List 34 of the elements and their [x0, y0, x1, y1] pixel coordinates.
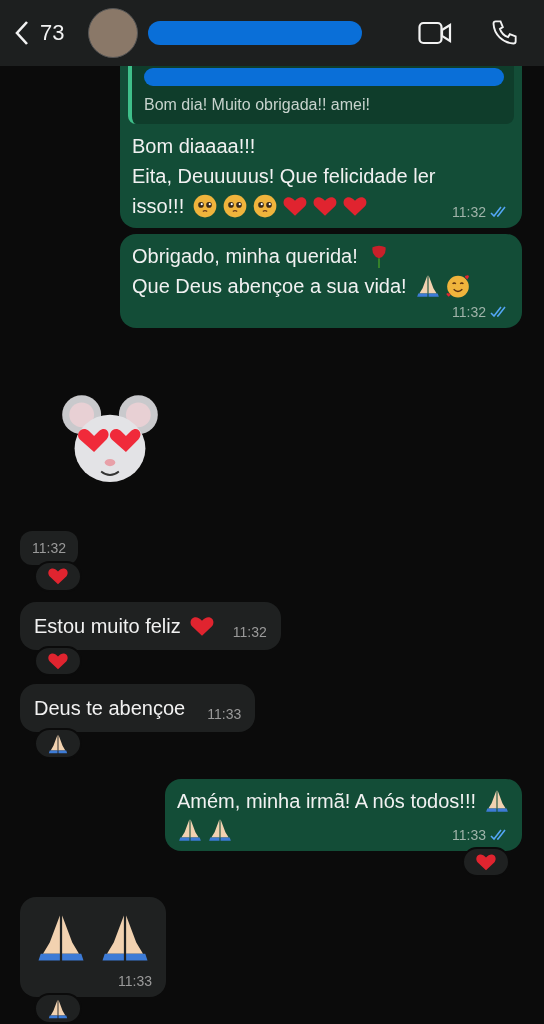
message-text: Eita, Deuuuuus! Que felicidade ler: [132, 164, 436, 189]
message-text: Estou muito feliz: [34, 613, 181, 639]
incoming-message-bubble[interactable]: Deus te abençoe 11:33: [20, 684, 256, 733]
message-time: 11:32: [232, 623, 267, 640]
message-text: Bom diaaaa!!!: [132, 134, 256, 159]
message-time: 11:32: [452, 204, 486, 220]
message-text: Obrigado, minha querida!: [132, 244, 358, 269]
smiling-face-with-hearts-icon: [444, 273, 471, 299]
quoted-text: Bom dia! Muito obrigada!! amei!: [144, 96, 371, 114]
incoming-message-bubble[interactable]: 11:33: [20, 897, 166, 998]
message-time: 11:32: [452, 304, 486, 320]
message-time: 11:33: [207, 706, 242, 723]
outgoing-message-bubble[interactable]: Amém, minha irmã! A nós todos!!! 11:33: [165, 778, 522, 851]
message-time: 11:32: [32, 540, 66, 557]
video-call-icon[interactable]: [418, 21, 452, 45]
avatar[interactable]: [88, 8, 139, 58]
message-time: 11:33: [452, 826, 486, 843]
incoming-message-bubble[interactable]: Estou muito feliz 11:32: [20, 601, 281, 650]
pleading-face-icon: [192, 193, 219, 219]
message-text: Amém, minha irmã! A nós todos!!!: [177, 788, 476, 814]
unread-count[interactable]: 73: [40, 20, 65, 46]
outgoing-message-bubble[interactable]: Obrigado, minha querida! Que Deus abençoe a sua vida! 11:32: [120, 234, 522, 328]
message-text: Deus te abençoe: [34, 696, 186, 722]
back-icon[interactable]: [14, 20, 30, 46]
outgoing-message-bubble[interactable]: Bom dia! Muito obrigada!! amei! Bom diaaaa!!! Eita, Deuuuuus! Que felicidade ler isso!!! 11:32: [120, 66, 522, 228]
message-text: isso!!!: [132, 194, 185, 219]
pleading-face-icon: [222, 193, 249, 219]
praying-hands-icon: [47, 997, 69, 1020]
praying-hands-icon: [47, 732, 69, 755]
message-time: 11:33: [118, 973, 152, 990]
pleading-face-icon: [252, 193, 279, 219]
phone-icon[interactable]: [490, 19, 518, 47]
message-text: Que Deus abençoe a sua vida!: [132, 274, 407, 299]
quoted-message[interactable]: Bom dia! Muito obrigada!! amei!: [128, 66, 514, 124]
